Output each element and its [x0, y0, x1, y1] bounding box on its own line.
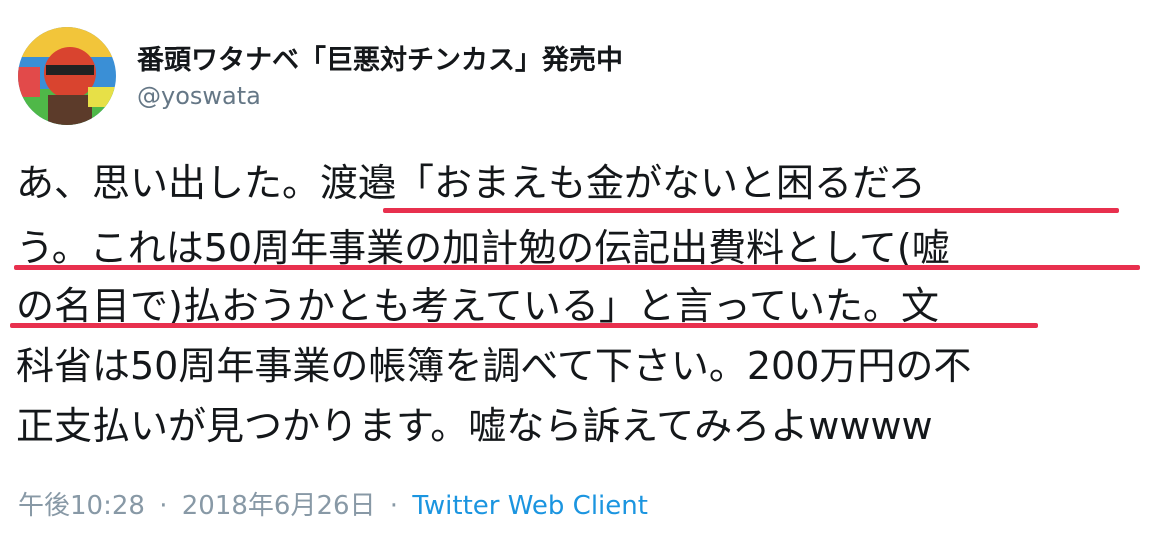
- red-underline-annotation: [10, 323, 1038, 328]
- meta-separator: ·: [389, 491, 399, 521]
- red-underline-annotation: [383, 208, 1119, 213]
- avatar-image: [18, 27, 116, 125]
- author-handle[interactable]: @yoswata: [137, 82, 261, 110]
- tweet-text-line: 正支払いが見つかります。嘘なら訴えてみろよwwww: [16, 404, 933, 448]
- tweet-date[interactable]: 2018年6月26日: [182, 491, 376, 521]
- tweet-client-link[interactable]: Twitter Web Client: [412, 491, 648, 521]
- tweet-text-line: 科省は50周年事業の帳簿を調べて下さい。200万円の不: [16, 344, 972, 388]
- tweet-text-line: あ、思い出した。渡邉「おまえも金がないと困るだろ: [16, 161, 926, 205]
- tweet-time[interactable]: 午後10:28: [18, 491, 145, 521]
- tweet-metadata: 午後10:28 · 2018年6月26日 · Twitter Web Clien…: [18, 485, 648, 522]
- meta-separator: ·: [159, 491, 168, 521]
- avatar[interactable]: [18, 27, 116, 125]
- red-underline-annotation: [14, 265, 1140, 270]
- author-display-name[interactable]: 番頭ワタナベ「巨悪対チンカス」発売中: [137, 38, 623, 77]
